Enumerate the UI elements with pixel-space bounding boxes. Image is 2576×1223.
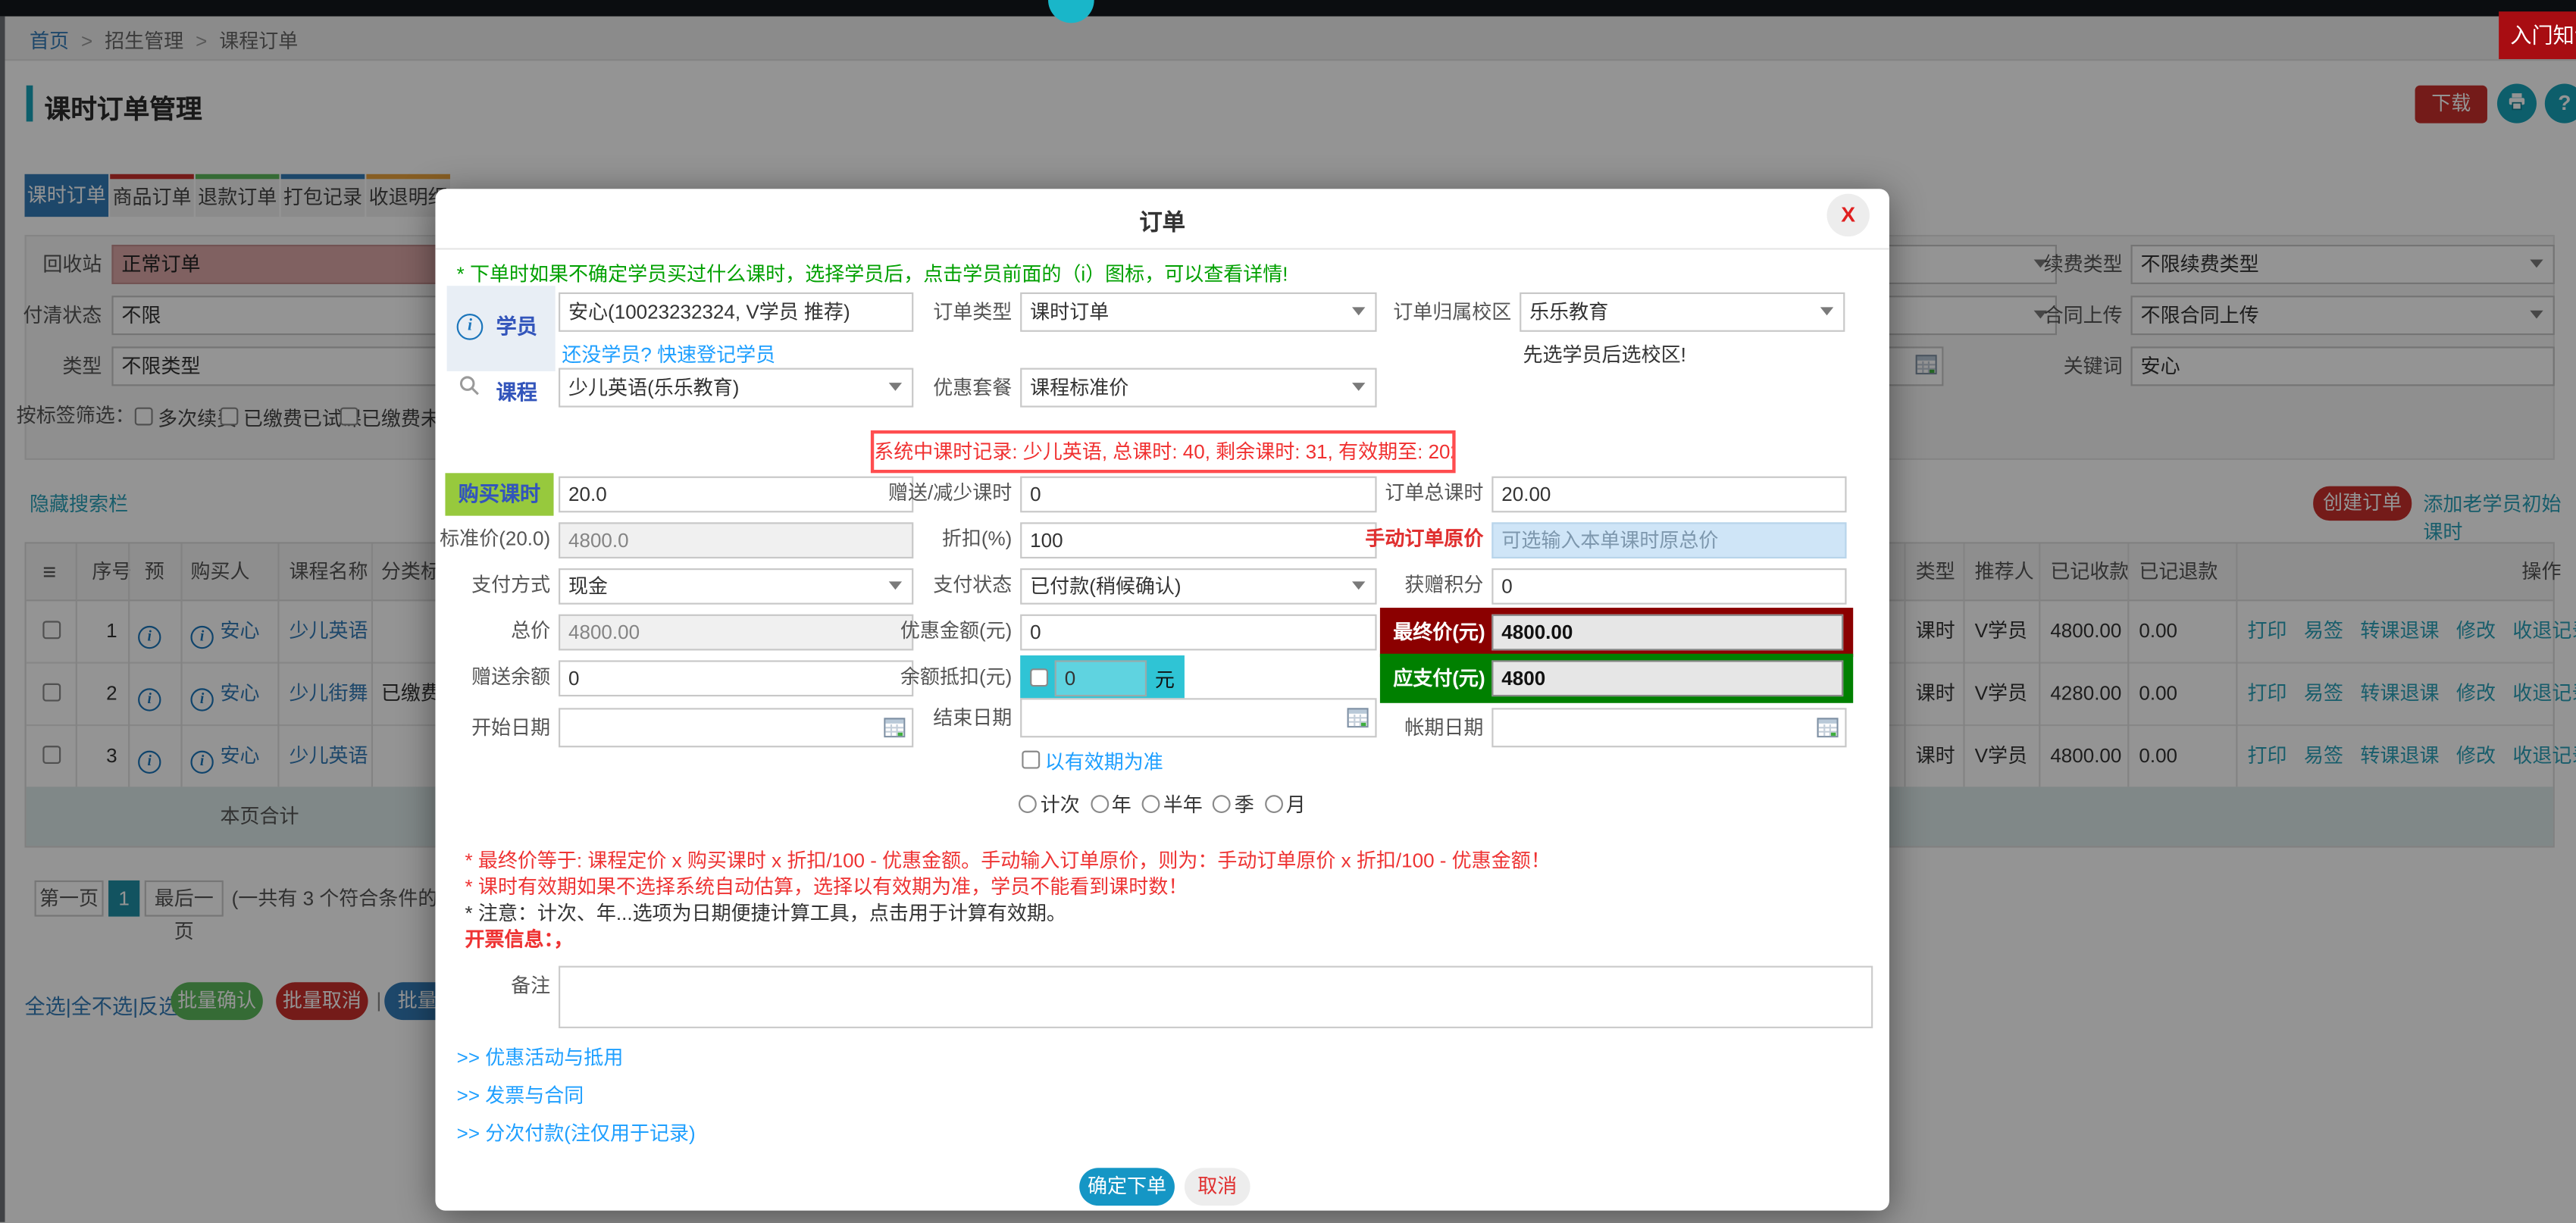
discount-amount-label: 优惠金额(元)	[789, 613, 1013, 649]
cancel-button[interactable]: 取消	[1185, 1168, 1250, 1206]
balance-deduct-checkbox[interactable]	[1030, 668, 1048, 687]
invoice-contract-link[interactable]: >> 发票与合同	[457, 1081, 584, 1109]
discount-amount-input[interactable]: 0	[1020, 615, 1376, 651]
balance-deduct-unit: 元	[1155, 665, 1175, 693]
radio-icon[interactable]	[1019, 795, 1038, 813]
payable-label: 应支付(元)	[1380, 654, 1485, 703]
student-input[interactable]: 安心(10023232324, V学员 推荐)	[559, 292, 913, 332]
installment-link[interactable]: >> 分次付款(注仅用于记录)	[457, 1118, 696, 1146]
radio-icon[interactable]	[1213, 795, 1232, 813]
discount-label: 折扣(%)	[789, 521, 1013, 557]
dropdown-arrow-icon	[1820, 307, 1833, 315]
calendar-icon[interactable]	[1817, 716, 1839, 746]
radio-icon[interactable]	[1265, 795, 1283, 813]
student-label: 学员	[496, 309, 537, 340]
account-date-input[interactable]	[1491, 708, 1846, 747]
balance-deduct-box: 0 元	[1020, 655, 1185, 702]
knowledge-banner[interactable]: 入门知识	[2499, 11, 2576, 59]
submit-order-button[interactable]: 确定下单	[1079, 1168, 1175, 1206]
total-hours-label: 订单总课时	[1265, 474, 1483, 511]
points-label: 获赠积分	[1265, 567, 1483, 603]
period-option[interactable]: 年	[1112, 793, 1131, 816]
buy-hours-label-box: 购买课时	[445, 473, 553, 515]
account-date-label: 帐期日期	[1265, 708, 1483, 747]
manual-price-input[interactable]: 可选输入本单课时原总价	[1491, 522, 1846, 558]
radio-icon[interactable]	[1142, 795, 1160, 813]
modal-divider	[435, 248, 1889, 249]
invoice-info: 开票信息：，	[465, 924, 573, 952]
campus-hint: 先选学员后选校区!	[1523, 340, 1686, 368]
gift-balance-label: 赠送余额	[411, 658, 550, 695]
total-price-label: 总价	[411, 613, 550, 649]
period-option[interactable]: 季	[1235, 793, 1254, 816]
final-price-input: 4800.00	[1491, 615, 1843, 651]
remark-textarea[interactable]	[559, 966, 1873, 1028]
package-label: 优惠套餐	[887, 368, 1013, 408]
search-icon	[459, 374, 480, 404]
app-viewport: 首页 > 招生管理 > 课程订单 课时订单管理 下载 ? 课时订单 商品订单 退…	[0, 0, 2576, 1223]
final-price-box: 最终价(元) 4800.00	[1380, 608, 1853, 657]
promo-link[interactable]: >> 优惠活动与抵用	[457, 1043, 624, 1071]
campus-select[interactable]: 乐乐教育	[1520, 292, 1845, 332]
package-select[interactable]: 课程标准价	[1020, 368, 1376, 408]
payable-box: 应支付(元) 4800	[1380, 654, 1853, 703]
start-date-label: 开始日期	[411, 708, 550, 747]
pay-method-label: 支付方式	[411, 567, 550, 603]
payable-input: 4800	[1491, 660, 1843, 696]
register-student-link[interactable]: 还没学员? 快速登记学员	[562, 340, 775, 368]
balance-deduct-input[interactable]: 0	[1055, 660, 1147, 696]
modal-title: 订单	[435, 205, 1889, 238]
class-record-notice: 系统中课时记录: 少儿英语, 总课时: 40, 剩余课时: 31, 有效期至: …	[871, 430, 1456, 473]
period-option[interactable]: 月	[1286, 793, 1306, 816]
course-select[interactable]: 少儿英语(乐乐教育)	[559, 368, 913, 408]
campus-label: 订单归属校区	[1331, 292, 1511, 332]
std-price-label: 标准价(20.0)	[411, 521, 550, 557]
manual-price-label: 手动订单原价	[1265, 521, 1483, 557]
close-icon: X	[1841, 202, 1855, 227]
order-type-select[interactable]: 课时订单	[1020, 292, 1376, 332]
remark-label: 备注	[411, 966, 550, 1006]
total-hours-input[interactable]: 20.00	[1491, 477, 1846, 513]
modal-note-1: * 最终价等于: 课程定价 x 购买课时 x 折扣/100 - 优惠金额。手动输…	[465, 846, 1550, 874]
info-icon[interactable]: i	[457, 305, 484, 340]
period-options: 计次 年 半年 季 月	[435, 790, 1889, 818]
validity-label[interactable]: 以有效期为准	[1045, 747, 1163, 775]
validity-checkbox[interactable]	[1022, 751, 1040, 769]
modal-top-note: * 下单时如果不确定学员买过什么课时，选择学员后，点击学员前面的（i）图标，可以…	[457, 260, 1288, 288]
final-price-label: 最终价(元)	[1380, 608, 1485, 657]
balance-deduct-label: 余额抵扣(元)	[789, 658, 1013, 695]
modal-close-button[interactable]: X	[1827, 194, 1870, 236]
pay-status-label: 支付状态	[789, 567, 1013, 603]
course-label: 课程	[496, 374, 537, 405]
order-type-label: 订单类型	[887, 292, 1013, 332]
gift-hours-label: 赠送/减少课时	[789, 474, 1013, 511]
dropdown-arrow-icon	[1352, 383, 1365, 391]
points-input[interactable]: 0	[1491, 568, 1846, 605]
modal-note-2: * 课时有效期如果不选择系统自动估算，选择以有效期为准，学员不能看到课时数！	[465, 872, 1188, 900]
period-option[interactable]: 计次	[1041, 793, 1080, 816]
order-modal: 订单 X * 下单时如果不确定学员买过什么课时，选择学员后，点击学员前面的（i）…	[435, 189, 1889, 1210]
buy-hours-label: 购买课时	[445, 473, 553, 515]
radio-icon[interactable]	[1091, 795, 1109, 813]
modal-note-3: * 注意：计次、年...选项为日期便捷计算工具，点击用于计算有效期。	[465, 899, 1066, 927]
end-date-label: 结束日期	[789, 698, 1013, 737]
period-option[interactable]: 半年	[1163, 793, 1203, 816]
